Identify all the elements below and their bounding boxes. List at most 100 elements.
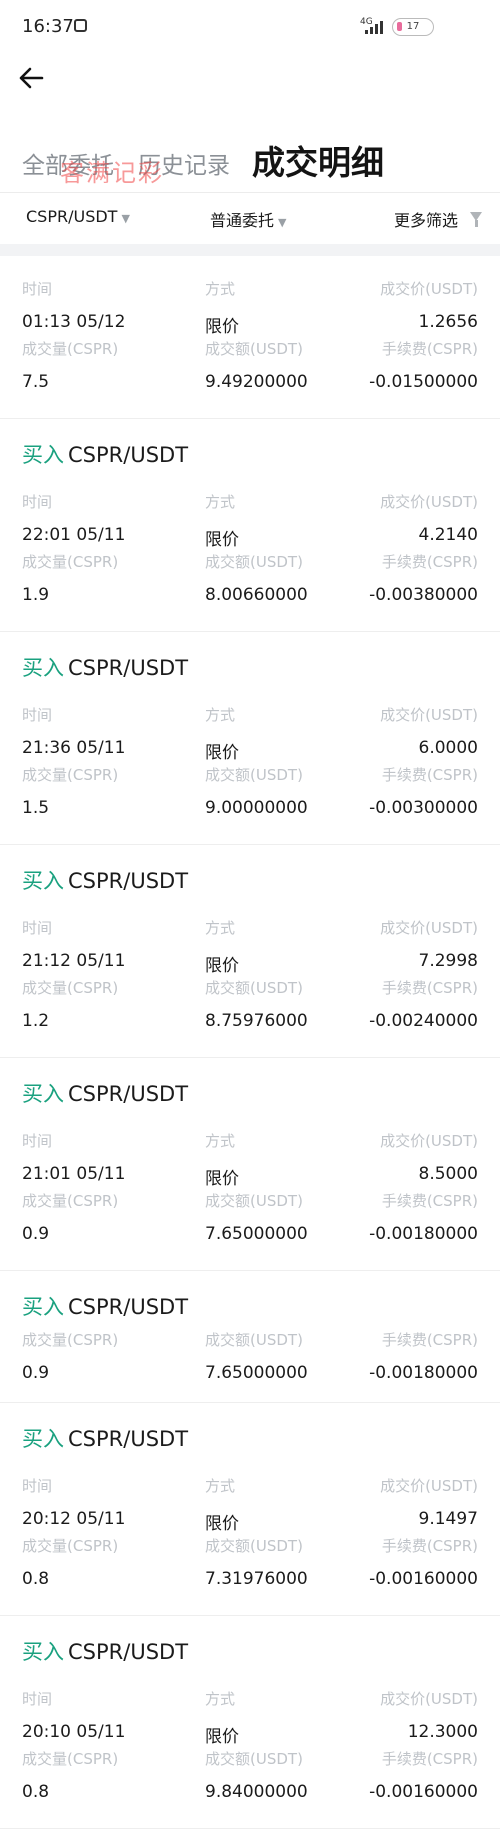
record-title: 买入 CSPR/USDT xyxy=(22,1423,188,1453)
trade-pair: CSPR/USDT xyxy=(68,443,189,467)
trade-record[interactable]: 买入 CSPR/USDT 时间 21:12 05/11 方式 限价 成交价(USDT)… xyxy=(0,845,500,1058)
price-label: 成交价(USDT) xyxy=(380,1132,478,1150)
record-row: 成交量(CSPR) 0.9 成交额(USDT) 7.65000000 手续费(CSP… xyxy=(0,1329,500,1385)
trade-pair: CSPR/USDT xyxy=(68,869,189,893)
filter-bar: CSPR/USDT ▼ 普通委托 ▼ 更多筛选 xyxy=(0,192,500,245)
status-bar: 16:37 4G 17 xyxy=(0,0,500,52)
trade-pair: CSPR/USDT xyxy=(68,656,189,680)
time-label: 时间 xyxy=(22,1477,53,1495)
fee-label: 手续费(CSPR) xyxy=(381,1192,478,1210)
time-value: 21:01 05/11 xyxy=(22,1164,126,1184)
time-value: 21:36 05/11 xyxy=(22,738,126,758)
trade-pair: CSPR/USDT xyxy=(68,1640,189,1664)
time-label: 时间 xyxy=(22,1690,53,1708)
price-value: 7.2998 xyxy=(418,951,478,971)
method-value: 限价 xyxy=(205,530,239,550)
method-value: 限价 xyxy=(205,1727,239,1747)
price-value: 6.0000 xyxy=(418,738,478,758)
record-row: 时间 21:01 05/11 方式限价 成交价(USDT) 8.5000 xyxy=(0,1130,500,1189)
amount-value: 9.49200000 xyxy=(205,372,308,392)
amount-value: 9.00000000 xyxy=(205,798,308,818)
arrow-left-icon xyxy=(19,67,44,89)
record-row: 时间 22:01 05/11 方式 限价 成交价(USDT) 4.2140 xyxy=(0,491,500,550)
amount-label: 成交额(USDT) xyxy=(205,766,303,784)
pair-filter-label: CSPR/USDT xyxy=(26,207,118,226)
record-row: 时间 20:10 05/11 方式 限价 成交价(USDT) 12.3000 xyxy=(0,1688,500,1747)
record-row: 时间 20:12 05/11 方式 限价 成交价(USDT) 9.1497 xyxy=(0,1475,500,1534)
method-value: 限价 xyxy=(205,1514,239,1534)
trade-record[interactable]: 买入 CSPR/USDT 时间 21:36 05/11 方式 限价 成交价(USDT)… xyxy=(0,632,500,845)
method-label: 方式 xyxy=(205,706,236,724)
fee-label: 手续费(CSPR) xyxy=(381,979,478,997)
fee-label: 手续费(CSPR) xyxy=(381,553,478,571)
price-value: 9.1497 xyxy=(418,1509,478,1529)
fee-value: -0.00300000 xyxy=(369,798,478,818)
method-label: 方式 xyxy=(205,1132,236,1150)
section-divider xyxy=(0,244,500,256)
trade-record[interactable]: 买入 CSPR/USDT 时间 20:10 05/11 方式 限价 成交价(USDT)… xyxy=(0,1616,500,1829)
trade-side: 买入 xyxy=(22,869,64,893)
amount-value: 9.84000000 xyxy=(205,1782,308,1802)
fee-value: -0.00180000 xyxy=(369,1224,478,1244)
volume-value: 1.9 xyxy=(22,585,50,605)
price-label: 成交价(USDT) xyxy=(380,1690,478,1708)
time-label: 时间 xyxy=(22,919,53,937)
fee-value: -0.00180000 xyxy=(369,1363,478,1383)
record-row: 成交量(CSPR) 1.9 成交额(USDT) 8.00660000 手续费(CSP… xyxy=(0,551,500,607)
trade-side: 买入 xyxy=(22,443,64,467)
price-value: 1.2656 xyxy=(418,312,478,332)
volume-value: 7.5 xyxy=(22,372,50,392)
price-value: 4.2140 xyxy=(418,525,478,545)
record-row: 成交量(CSPR) 7.5 成交额(USDT) 9.49200000 手续费(CSP… xyxy=(0,338,500,394)
method-value: 限价 xyxy=(205,956,239,976)
volume-label: 成交量(CSPR) xyxy=(22,1537,119,1555)
trade-record[interactable]: 买入 CSPR/USDT 成交量(CSPR) 0.9 成交额(USDT) 7.6500… xyxy=(0,1271,500,1403)
pair-filter-dropdown[interactable]: CSPR/USDT ▼ xyxy=(26,207,130,226)
volume-value: 1.2 xyxy=(22,1011,50,1031)
method-value: 限价 xyxy=(205,743,239,763)
tab-history[interactable]: 历史记录 xyxy=(138,146,230,180)
fee-value: -0.00160000 xyxy=(369,1782,478,1802)
fee-label: 手续费(CSPR) xyxy=(381,1331,478,1349)
amount-label: 成交额(USDT) xyxy=(205,553,303,571)
volume-label: 成交量(CSPR) xyxy=(22,1192,119,1210)
amount-label: 成交额(USDT) xyxy=(205,1750,303,1768)
fee-value: -0.00380000 xyxy=(369,585,478,605)
trade-record[interactable]: 买入 CSPR/USDT 时间 22:01 05/11 方式 限价 成交价(USDT)… xyxy=(0,419,500,632)
signal-icon xyxy=(365,20,383,34)
time-label: 时间 xyxy=(22,280,53,298)
time-label: 时间 xyxy=(22,493,53,511)
amount-label: 成交额(USDT) xyxy=(205,340,303,358)
amount-value: 8.00660000 xyxy=(205,585,308,605)
method-value: 限价 xyxy=(205,1169,239,1189)
trade-record[interactable]: 买入 CSPR/USDT 时间 20:12 05/11 方式 限价 成交价(USDT)… xyxy=(0,1403,500,1616)
record-row: 时间 01:13 05/12 方式 限价 成交价(USDT) 1.2656 xyxy=(0,278,500,337)
price-label: 成交价(USDT) xyxy=(380,280,478,298)
method-value: 限价 xyxy=(205,317,239,337)
battery-icon: 17 xyxy=(392,18,434,36)
record-row: 成交量(CSPR) 0.8 成交额(USDT) 7.31976000 手续费(CSP… xyxy=(0,1535,500,1591)
time-value: 20:10 05/11 xyxy=(22,1722,126,1742)
tab-trade-detail[interactable]: 成交明细 xyxy=(252,136,384,184)
time-label: 时间 xyxy=(22,1132,53,1150)
trade-side: 买入 xyxy=(22,1082,64,1106)
tab-all-orders[interactable]: 全部委托 xyxy=(22,146,114,180)
amount-label: 成交额(USDT) xyxy=(205,1192,303,1210)
trade-side: 买入 xyxy=(22,1640,64,1664)
record-row: 成交量(CSPR) 1.5 成交额(USDT) 9.00000000 手续费(CSP… xyxy=(0,764,500,820)
trade-side: 买入 xyxy=(22,1295,64,1319)
method-label: 方式 xyxy=(205,280,236,298)
order-type-dropdown[interactable]: 普通委托 ▼ xyxy=(210,207,286,231)
record-title: 买入 CSPR/USDT xyxy=(22,1078,188,1108)
back-button[interactable] xyxy=(18,66,48,92)
more-filters-button[interactable]: 更多筛选 xyxy=(394,207,482,231)
price-value: 8.5000 xyxy=(418,1164,478,1184)
amount-value: 7.31976000 xyxy=(205,1569,308,1589)
trade-record[interactable]: 买入 CSPR/USDT 时间 21:01 05/11 方式限价 成交价(USDT)… xyxy=(0,1058,500,1271)
amount-label: 成交额(USDT) xyxy=(205,1537,303,1555)
trade-pair: CSPR/USDT xyxy=(68,1427,189,1451)
record-row: 成交量(CSPR) 1.2 成交额(USDT) 8.75976000 手续费(CSP… xyxy=(0,977,500,1033)
trade-side: 买入 xyxy=(22,1427,64,1451)
trade-record[interactable]: 时间 01:13 05/12 方式 限价 成交价(USDT) 1.2656 成交量(C… xyxy=(0,256,500,419)
record-row: 成交量(CSPR) 0.9 成交额(USDT) 7.65000000 手续费(CSP… xyxy=(0,1190,500,1246)
